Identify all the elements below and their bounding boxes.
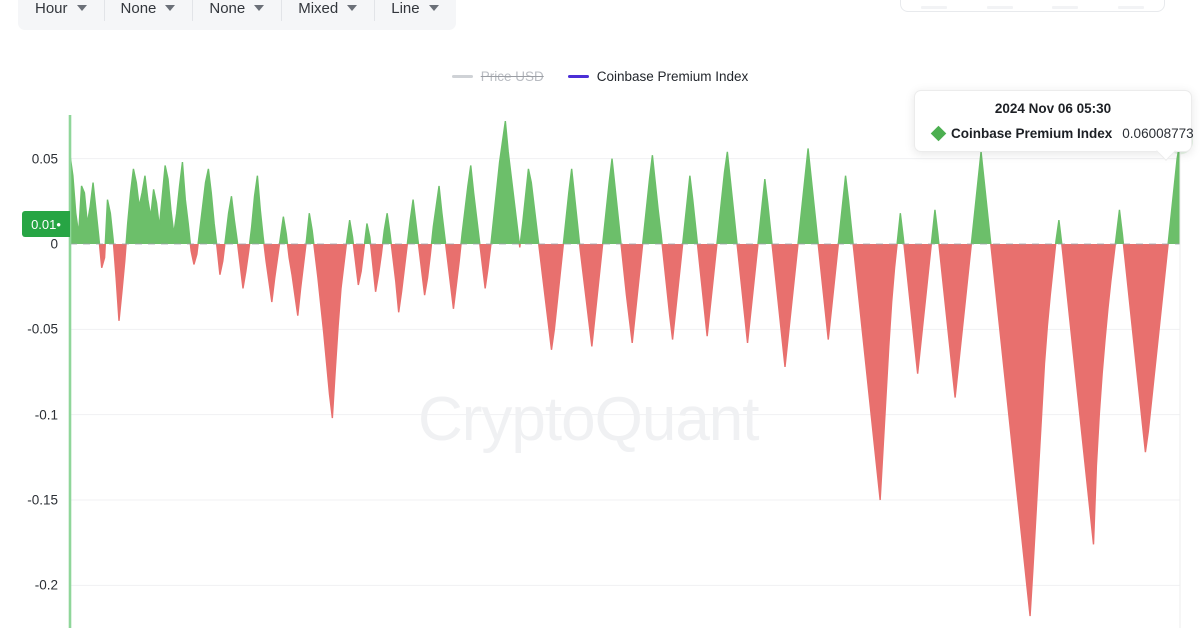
tooltip-series-name: Coinbase Premium Index (951, 125, 1113, 141)
chart-legend: Price USD Coinbase Premium Index (0, 70, 1200, 84)
y-axis-tick-label: -0.15 (27, 492, 58, 508)
panel-item-placeholder (1118, 6, 1145, 9)
legend-label: Price USD (480, 69, 544, 84)
tooltip-date: 2024 Nov 06 05:30 (994, 101, 1112, 116)
panel-item-placeholder (920, 6, 947, 9)
toolbar-dropdown-label: Mixed (298, 0, 339, 17)
toolbar-dropdown-0[interactable]: Hour (18, 0, 104, 30)
top-right-partial-panel[interactable] (900, 0, 1165, 12)
legend-item-active[interactable]: Coinbase Premium Index (567, 69, 749, 84)
current-value-badge: 0.01• (22, 211, 70, 238)
chevron-down-icon (428, 5, 439, 11)
toolbar-dropdown-label: None (120, 0, 157, 17)
legend-item-disabled[interactable]: Price USD (451, 69, 544, 84)
toolbar-dropdown-label: Hour (35, 0, 68, 17)
toolbar-dropdown-2[interactable]: None (192, 0, 281, 30)
chevron-down-icon (347, 5, 358, 11)
legend-swatch-icon (451, 75, 473, 79)
y-axis-tick-label: 0 (50, 236, 58, 252)
toolbar-dropdown-label: None (209, 0, 246, 17)
area-negative (99, 243, 1169, 617)
toolbar-dropdown-4[interactable]: Line (374, 0, 455, 30)
panel-item-placeholder (1052, 6, 1079, 9)
y-axis: 0.05 0 -0.05 -0.1 -0.15 -0.2 (0, 0, 70, 628)
y-axis-tick-label: -0.05 (27, 321, 58, 337)
chevron-down-icon (254, 5, 265, 11)
diamond-marker-icon (930, 125, 947, 142)
toolbar-dropdown-1[interactable]: None (103, 0, 193, 30)
toolbar-dropdown-label: Line (391, 0, 420, 17)
panel-item-placeholder (986, 6, 1013, 9)
cryptoquant-watermark: CryptoQuant (418, 385, 760, 454)
toolbar-dropdown-3[interactable]: Mixed (281, 0, 374, 30)
y-axis-tick-label: -0.2 (34, 577, 58, 593)
legend-swatch-icon (567, 75, 589, 79)
chevron-down-icon (165, 5, 176, 11)
chart-tooltip: 2024 Nov 06 05:30 Coinbase Premium Index… (914, 90, 1194, 161)
tooltip-series-row: Coinbase Premium Index 0.06008773 (927, 125, 1194, 142)
tooltip-series-value: 0.06008773 (1122, 125, 1194, 141)
legend-label: Coinbase Premium Index (596, 69, 749, 84)
current-value-badge-label: 0.01• (31, 216, 61, 232)
y-axis-tick-label: -0.1 (34, 407, 58, 423)
chart-toolbar: Hour None None Mixed Line (18, 0, 456, 30)
chevron-down-icon (76, 5, 87, 11)
y-axis-tick-label: 0.05 (31, 151, 58, 167)
